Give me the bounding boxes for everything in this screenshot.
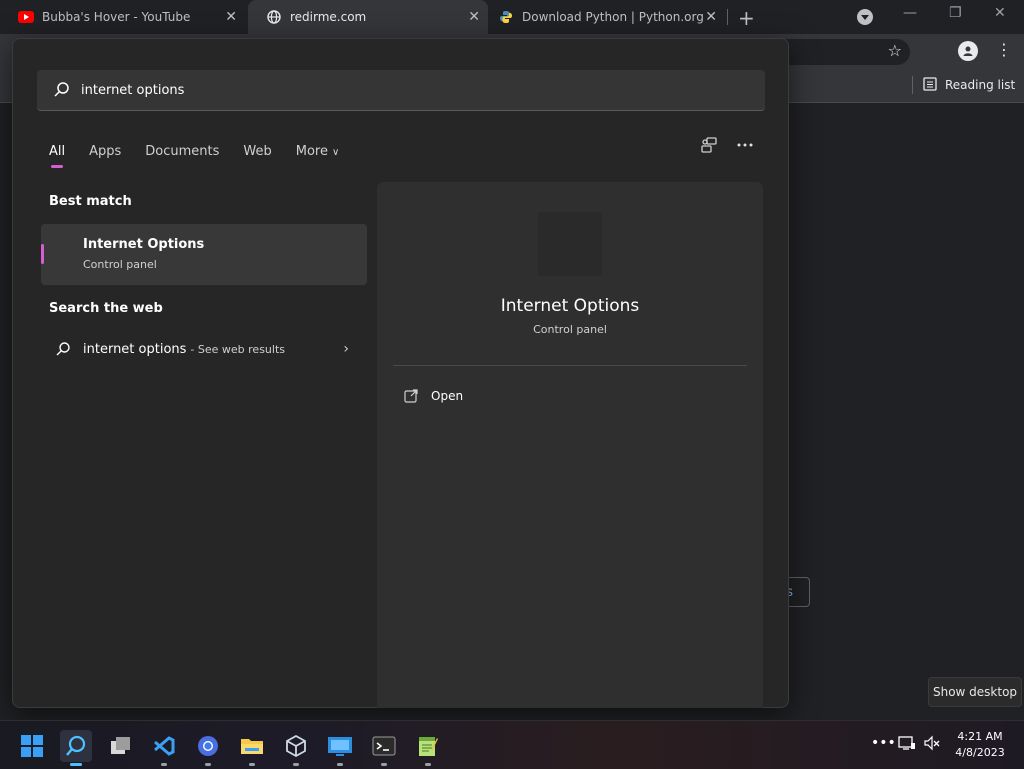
web-search-result[interactable]: internet options - See web results › (41, 329, 367, 369)
minimize-icon[interactable]: — (903, 5, 917, 21)
task-view-button[interactable] (104, 730, 136, 762)
filter-all[interactable]: All (49, 144, 65, 168)
search-web-heading: Search the web (49, 301, 163, 316)
show-desktop-tooltip: Show desktop (928, 677, 1022, 707)
running-indicator (161, 763, 167, 766)
hidden-icons-icon[interactable]: ••• (871, 735, 896, 751)
remote-desktop-icon (328, 737, 352, 756)
search-filters: All Apps Documents Web More ∨ (49, 136, 363, 168)
selection-indicator (41, 244, 44, 264)
search-box[interactable] (37, 70, 765, 111)
tab-search-icon[interactable] (857, 9, 873, 25)
terminal-icon (372, 736, 396, 756)
close-tab-icon[interactable]: ✕ (468, 9, 480, 25)
open-external-icon (403, 388, 419, 404)
filter-web[interactable]: Web (243, 144, 271, 159)
chevron-down-icon: ∨ (332, 146, 340, 158)
notepad-plus-plus-button[interactable] (412, 730, 444, 766)
connected-accounts-icon[interactable] (699, 135, 719, 155)
result-detail-pane: Internet Options Control panel Open (377, 182, 763, 708)
tab-python[interactable]: Download Python | Python.org ✕ (480, 0, 725, 34)
close-tab-icon[interactable]: ✕ (225, 9, 237, 25)
running-indicator (205, 763, 211, 766)
start-search-panel: All Apps Documents Web More∨ Best match … (12, 38, 789, 708)
running-indicator (381, 763, 387, 766)
best-match-heading: Best match (49, 194, 132, 209)
tab-title: Bubba's Hover - YouTube (42, 10, 191, 24)
search-icon (53, 81, 71, 99)
divider (912, 76, 913, 94)
reading-list-label: Reading list (945, 78, 1016, 92)
close-window-icon[interactable]: ✕ (994, 5, 1006, 21)
tab-separator (727, 9, 728, 25)
taskbar-search-button[interactable] (60, 730, 92, 766)
filter-more[interactable]: More ∨ (296, 144, 340, 159)
task-view-icon (111, 737, 130, 754)
vscode-icon (154, 736, 175, 756)
running-indicator (293, 763, 299, 766)
open-action[interactable]: Open (403, 388, 463, 404)
tooltip-label: Show desktop (932, 685, 1018, 699)
globe-icon (266, 9, 282, 25)
file-explorer-icon (241, 739, 263, 754)
close-tab-icon[interactable]: ✕ (705, 9, 717, 25)
notepad-plus-plus-icon (419, 737, 438, 756)
profile-icon[interactable] (958, 41, 978, 61)
detail-title: Internet Options (500, 296, 640, 316)
reading-list-button[interactable]: Reading list (912, 76, 1015, 94)
tab-redirme[interactable]: redirme.com ✕ (248, 0, 488, 34)
start-button[interactable] (16, 730, 48, 762)
clock-date: 4/8/2023 (955, 746, 1005, 759)
detail-subtitle: Control panel (533, 323, 607, 336)
new-tab-icon[interactable]: + (738, 6, 755, 30)
filter-documents[interactable]: Documents (145, 144, 219, 159)
filter-more-label: More (295, 143, 328, 159)
browser-tabstrip: Bubba's Hover - YouTube ✕ redirme.com ✕ … (0, 0, 1024, 34)
filter-apps[interactable]: Apps (89, 144, 121, 159)
system-clock[interactable]: 4:21 AM 4/8/2023 (948, 729, 1012, 761)
clock-time: 4:21 AM (957, 730, 1003, 743)
terminal-button[interactable] (368, 730, 400, 766)
taskbar: ••• 4:21 AM 4/8/2023 (0, 720, 1024, 769)
active-indicator (70, 763, 82, 766)
web-query: internet options (83, 341, 187, 357)
web-hint: - See web results (190, 342, 285, 356)
python-icon (498, 9, 514, 25)
vscode-button[interactable] (148, 730, 180, 766)
divider (393, 365, 747, 366)
chrome-button[interactable] (192, 730, 224, 766)
running-indicator (337, 763, 343, 766)
open-label: Open (431, 389, 464, 403)
virtualbox-button[interactable] (280, 730, 312, 766)
more-options-icon[interactable] (735, 135, 755, 155)
running-indicator (425, 763, 431, 766)
address-bar[interactable]: ☆ (780, 39, 910, 65)
chevron-right-icon: › (343, 341, 349, 357)
search-icon (66, 735, 86, 756)
tab-youtube[interactable]: Bubba's Hover - YouTube ✕ (0, 0, 245, 34)
remote-desktop-button[interactable] (324, 730, 356, 766)
result-name: Internet Options (83, 237, 205, 252)
virtualbox-icon (286, 734, 306, 758)
start-icon (21, 735, 43, 757)
bookmark-star-icon[interactable]: ☆ (888, 41, 902, 60)
result-subtitle: Control panel (83, 258, 157, 271)
reading-list-icon (923, 76, 937, 94)
tab-title: Download Python | Python.org (522, 10, 704, 24)
running-indicator (249, 763, 255, 766)
chrome-icon (198, 736, 218, 756)
speaker-muted-icon[interactable] (923, 735, 941, 755)
browser-menu-icon[interactable]: ⋮ (996, 40, 1012, 59)
best-match-result[interactable]: Internet Options Control panel (41, 224, 367, 285)
network-icon[interactable] (898, 735, 916, 755)
search-icon (55, 341, 71, 357)
tab-title: redirme.com (290, 10, 367, 24)
internet-options-icon (538, 212, 602, 276)
restore-icon[interactable]: ❐ (949, 5, 962, 21)
search-input[interactable] (79, 81, 683, 99)
youtube-icon (18, 9, 34, 25)
file-explorer-button[interactable] (236, 730, 268, 766)
